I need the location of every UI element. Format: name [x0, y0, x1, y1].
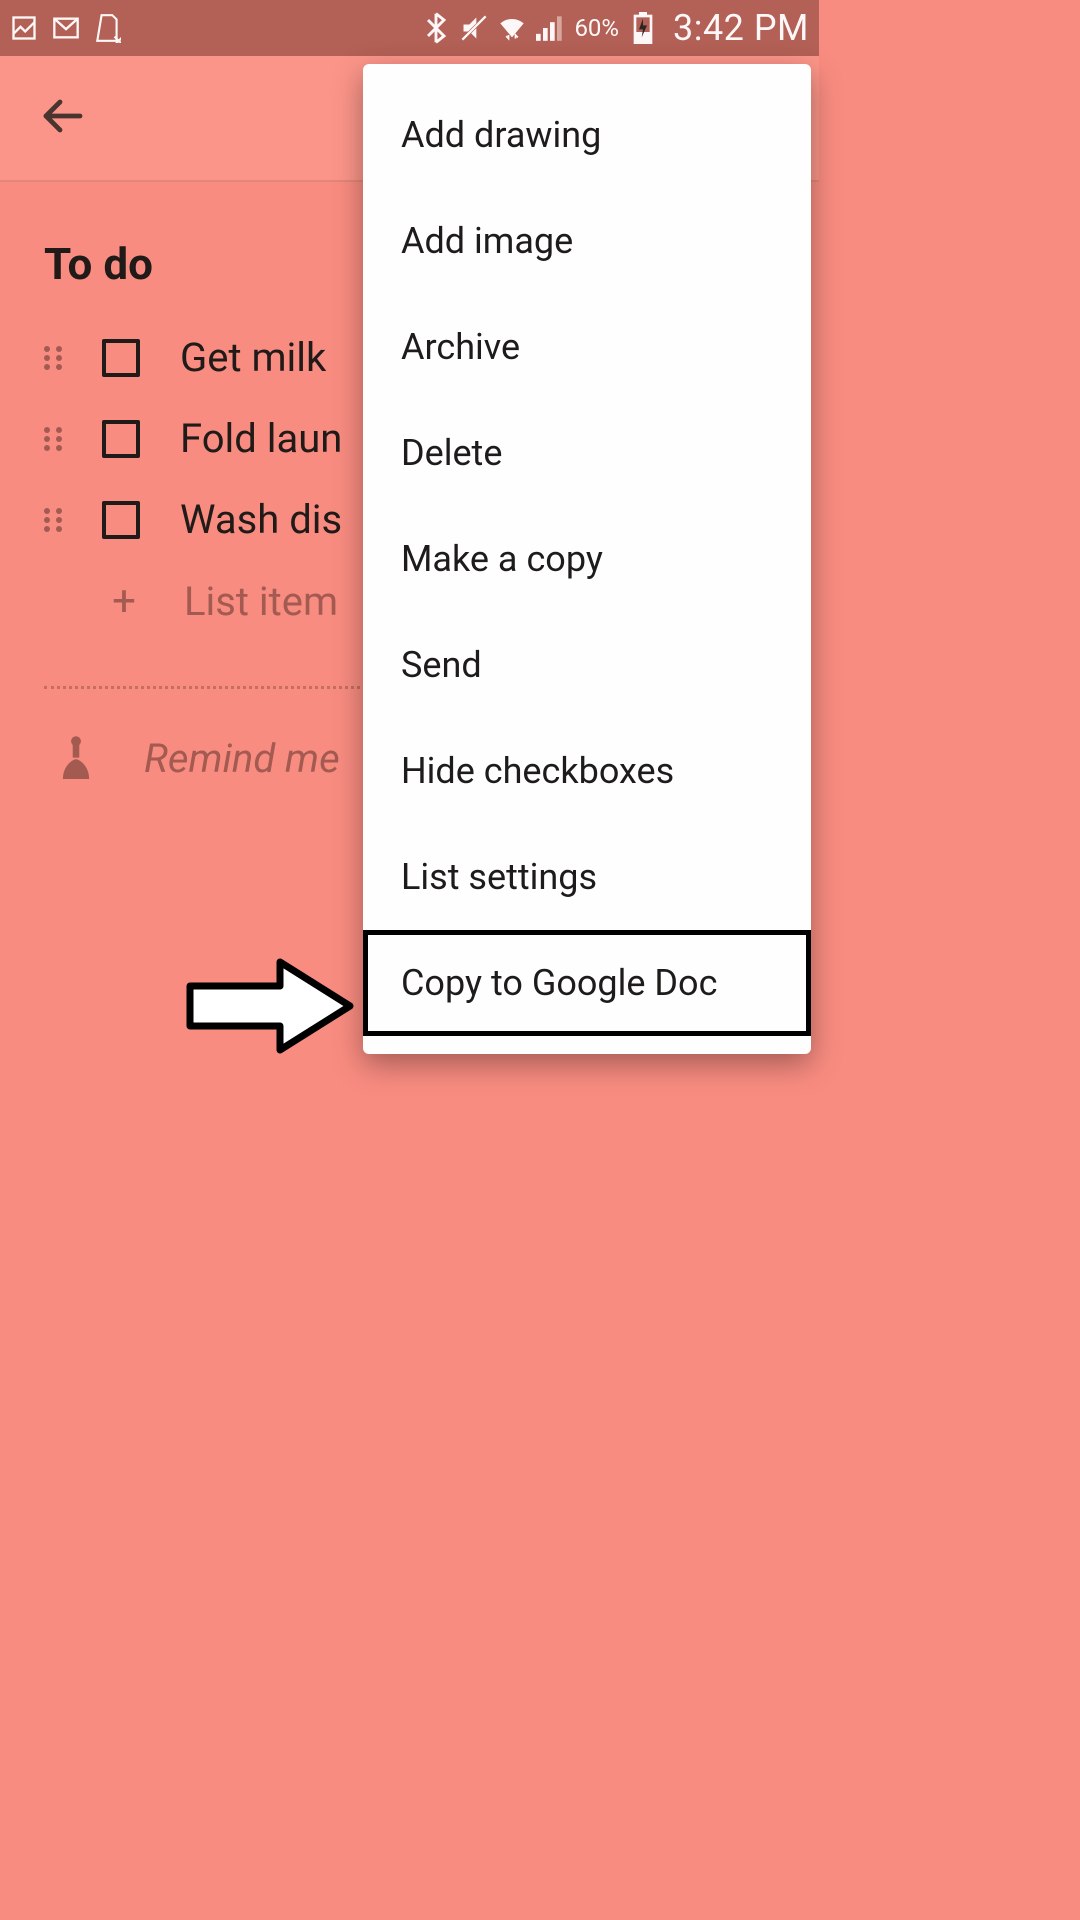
- menu-copy-google-doc[interactable]: Copy to Google Doc: [363, 930, 811, 1036]
- wifi-icon: [498, 14, 526, 42]
- checkbox[interactable]: [102, 501, 140, 539]
- plus-icon: +: [104, 577, 144, 626]
- checkbox[interactable]: [102, 420, 140, 458]
- overflow-menu: Add drawing Add image Archive Delete Mak…: [363, 64, 811, 1054]
- status-bar: 60% 3:42 PM: [0, 0, 819, 56]
- menu-archive[interactable]: Archive: [363, 294, 811, 400]
- battery-percent: 60%: [574, 14, 619, 42]
- status-time: 3:42 PM: [673, 7, 809, 49]
- menu-add-image[interactable]: Add image: [363, 188, 811, 294]
- drag-handle-icon[interactable]: [44, 346, 62, 370]
- mail-notif-icon: [52, 14, 80, 42]
- menu-hide-checkboxes[interactable]: Hide checkboxes: [363, 718, 811, 824]
- bluetooth-icon: [422, 14, 450, 42]
- menu-send[interactable]: Send: [363, 612, 811, 718]
- reminder-hand-icon: [56, 733, 96, 783]
- tutorial-arrow-icon: [180, 956, 360, 1060]
- mute-icon: [460, 14, 488, 42]
- sim-notif-icon: [94, 14, 122, 42]
- battery-charging-icon: [629, 14, 657, 42]
- remind-me-label: Remind me: [144, 735, 340, 782]
- add-item-placeholder: List item: [184, 578, 338, 625]
- todo-item-label[interactable]: Get milk: [180, 334, 326, 381]
- checkbox[interactable]: [102, 339, 140, 377]
- signal-icon: [536, 14, 564, 42]
- menu-make-copy[interactable]: Make a copy: [363, 506, 811, 612]
- image-notif-icon: [10, 14, 38, 42]
- todo-item-label[interactable]: Fold laun: [180, 415, 342, 462]
- drag-handle-icon[interactable]: [44, 427, 62, 451]
- drag-handle-icon[interactable]: [44, 508, 62, 532]
- back-arrow-icon[interactable]: [38, 92, 86, 144]
- menu-add-drawing[interactable]: Add drawing: [363, 82, 811, 188]
- menu-delete[interactable]: Delete: [363, 400, 811, 506]
- menu-list-settings[interactable]: List settings: [363, 824, 811, 930]
- todo-item-label[interactable]: Wash dis: [180, 496, 342, 543]
